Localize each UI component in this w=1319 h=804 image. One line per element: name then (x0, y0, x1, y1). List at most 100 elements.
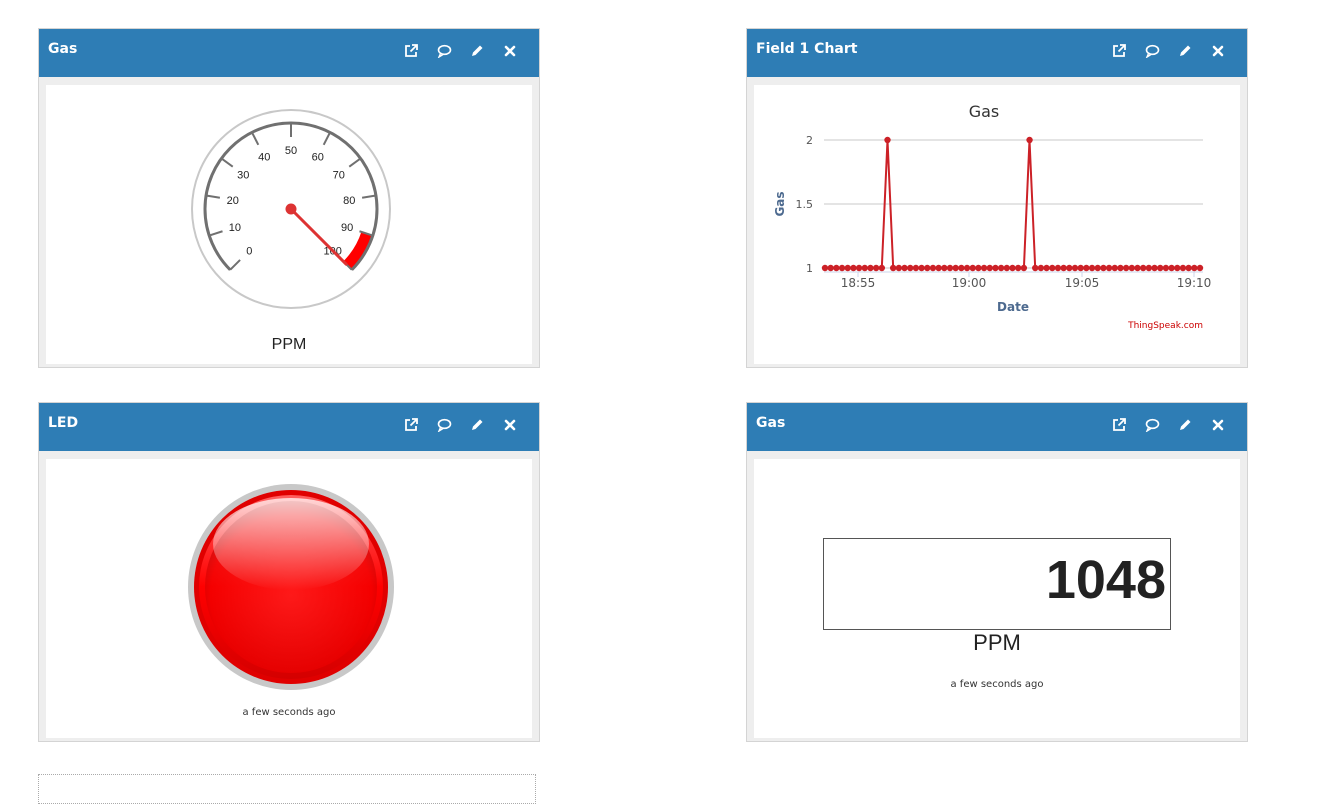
widget-title: LED (48, 415, 79, 431)
empty-widget-slot[interactable] (38, 774, 536, 804)
chart-point (1122, 264, 1130, 272)
chart-point (1026, 136, 1033, 144)
chart-point (1179, 264, 1187, 272)
gauge: 0102030405060708090100 (191, 109, 391, 309)
comment-icon[interactable] (1143, 416, 1161, 434)
chart-point (895, 264, 903, 272)
numeric-unit-label: PPM (973, 630, 1021, 655)
gauge-tick-label: 10 (229, 222, 241, 234)
widget-title: Gas (756, 415, 786, 431)
chart-point (1174, 264, 1181, 272)
external-link-icon[interactable] (402, 416, 420, 434)
gauge-tick-label: 90 (341, 222, 353, 234)
close-icon[interactable] (1209, 42, 1227, 60)
chart-point (907, 264, 914, 272)
chart-x-axis-label: Date (997, 300, 1029, 314)
numeric-display: 1048 (823, 538, 1171, 630)
chart-point (867, 264, 874, 272)
gauge-tick-label: 70 (333, 169, 345, 181)
widget-header: Field 1 Chart (747, 29, 1247, 77)
gauge-tick-label: 50 (285, 145, 297, 157)
gauge-tick-label: 30 (237, 169, 249, 181)
chart-point (986, 264, 993, 272)
chart-point (821, 264, 829, 272)
chart-point (884, 136, 891, 144)
chart-point (975, 264, 982, 272)
line-chart: Gas 1 1.5 2 18:55 19:00 19:05 19:10 Date Gas Thing… (773, 102, 1211, 331)
gauge-unit-label: PPM (271, 336, 307, 353)
comment-icon[interactable] (1143, 42, 1161, 60)
close-icon[interactable] (501, 416, 519, 434)
external-link-icon[interactable] (1110, 416, 1128, 434)
chart-point (997, 264, 1005, 272)
chart-point (1049, 264, 1056, 272)
widget-toolbar (402, 416, 519, 434)
chart-point (1162, 264, 1170, 272)
chart-point (918, 264, 925, 272)
chart-point (1037, 264, 1045, 272)
chart-x-tick-label: 19:00 (952, 276, 987, 290)
chart-point (878, 264, 886, 272)
chart-widget: Field 1 Chart Gas 1 1.5 2 18:55 19:00 19:05 19:… (746, 28, 1248, 368)
numeric-widget: Gas 1048 PPM a few seconds ago (746, 402, 1248, 742)
widget-header: LED (39, 403, 539, 451)
chart-point (1054, 264, 1062, 272)
chart-point (1014, 264, 1022, 272)
widget-header: Gas (39, 29, 539, 77)
widget-toolbar (1110, 416, 1227, 434)
gauge-tick-label: 80 (343, 195, 355, 207)
chart-point (1168, 264, 1175, 272)
chart-x-tick-label: 18:55 (841, 276, 876, 290)
chart-y-tick-label: 1.5 (796, 198, 814, 211)
comment-icon[interactable] (435, 416, 453, 434)
chart-point (1111, 264, 1118, 272)
pencil-icon[interactable] (1176, 42, 1194, 60)
chart-point (1157, 264, 1164, 272)
widget-body: 0102030405060708090100 PPM (46, 85, 532, 364)
widget-title: Gas (48, 41, 78, 57)
comment-icon[interactable] (435, 42, 453, 60)
external-link-icon[interactable] (1110, 42, 1128, 60)
chart-point (1020, 264, 1028, 272)
chart-point (1003, 264, 1011, 272)
chart-point (901, 264, 908, 272)
chart-point (889, 264, 897, 272)
widget-toolbar (1110, 42, 1227, 60)
chart-point (912, 264, 920, 272)
chart-point (850, 264, 857, 272)
chart-point (1083, 264, 1090, 272)
gauge-widget: Gas 0102030405060708090100 PPM (38, 28, 540, 368)
chart-point (1185, 264, 1192, 272)
external-link-icon[interactable] (402, 42, 420, 60)
gauge-tick-label: 0 (246, 246, 252, 258)
pencil-icon[interactable] (468, 416, 486, 434)
gauge-tick-label: 40 (258, 151, 270, 163)
pencil-icon[interactable] (1176, 416, 1194, 434)
chart-point (1139, 264, 1147, 272)
chart-point (963, 264, 971, 272)
chart-point (1066, 264, 1073, 272)
close-icon[interactable] (1209, 416, 1227, 434)
chart-point (1128, 264, 1136, 272)
chart-credits: ThingSpeak.com (1127, 321, 1203, 331)
chart-point (827, 264, 834, 272)
chart-point (855, 264, 863, 272)
numeric-value: 1048 (1045, 550, 1166, 610)
chart-point (1077, 264, 1084, 272)
chart-point (1071, 264, 1079, 272)
chart-point (1100, 264, 1107, 272)
pencil-icon[interactable] (468, 42, 486, 60)
chart-y-axis-label: Gas (773, 191, 787, 216)
widget-body: a few seconds ago (46, 459, 532, 738)
close-icon[interactable] (501, 42, 519, 60)
chart-point (1043, 264, 1050, 272)
chart-point (1032, 264, 1039, 272)
widget-title: Field 1 Chart (756, 41, 858, 57)
chart-point (1088, 264, 1096, 272)
chart-point (992, 264, 999, 272)
last-updated: a few seconds ago (950, 679, 1044, 690)
led-indicator (188, 484, 394, 690)
chart-x-tick-label: 19:05 (1065, 276, 1100, 290)
gauge-tick-label: 20 (227, 195, 239, 207)
last-updated: a few seconds ago (242, 707, 336, 718)
